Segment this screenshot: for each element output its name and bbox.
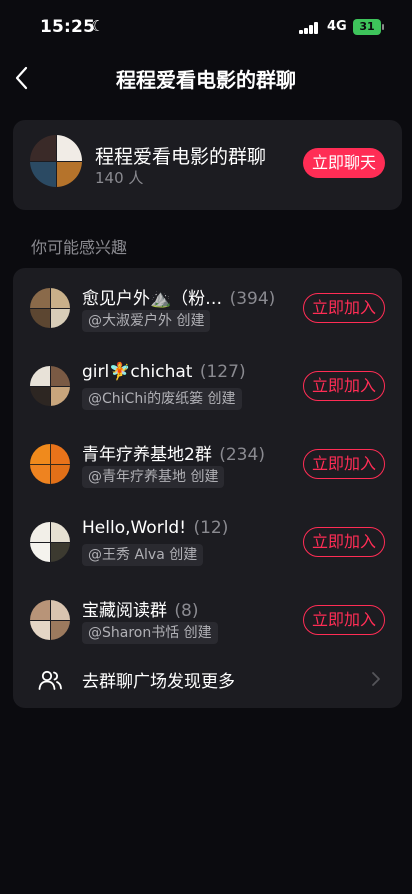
network-label: 4G	[327, 19, 347, 34]
join-button[interactable]: 立即加入	[303, 527, 385, 557]
group-name-line: 宝藏阅读群 (8)	[82, 596, 199, 621]
signal-icon	[299, 22, 319, 34]
group-name: 愈见户外⛰️（粉…	[82, 289, 223, 309]
join-button[interactable]: 立即加入	[303, 371, 385, 401]
group-creator: @Sharon书恬 创建	[82, 622, 218, 644]
group-creator: @ChiChi的废纸篓 创建	[82, 388, 242, 410]
list-item[interactable]: 愈见户外⛰️（粉… (394) @大淑爱户外 创建 立即加入	[13, 268, 402, 346]
group-name-line: girl🧚chichat (127)	[82, 362, 246, 382]
status-bar: 15:25 ☾ 4G 31	[0, 0, 412, 52]
discover-more-label: 去群聊广场发现更多	[82, 672, 235, 692]
group-name-line: Hello,World! (12)	[82, 518, 228, 538]
battery-cap	[382, 24, 384, 30]
list-item[interactable]: 宝藏阅读群 (8) @Sharon书恬 创建 立即加入	[13, 580, 402, 658]
group-member-count: (8)	[174, 601, 199, 621]
battery-level: 31	[359, 20, 375, 33]
discover-more-link[interactable]: 去群聊广场发现更多	[13, 662, 402, 706]
group-avatar	[30, 522, 70, 562]
battery-icon: 31	[353, 19, 381, 35]
join-button[interactable]: 立即加入	[303, 293, 385, 323]
chat-now-button[interactable]: 立即聊天	[303, 148, 385, 178]
users-icon	[38, 670, 62, 690]
group-avatar	[30, 444, 70, 484]
group-creator: @王秀 Alva 创建	[82, 544, 204, 566]
group-name-line: 愈见户外⛰️（粉… (394)	[82, 284, 275, 309]
join-button[interactable]: 立即加入	[303, 449, 385, 479]
moon-icon: ☾	[91, 17, 105, 35]
member-count: 140 人	[95, 169, 144, 187]
group-member-count: (127)	[199, 362, 246, 382]
group-creator: @大淑爱户外 创建	[82, 310, 211, 332]
section-label: 你可能感兴趣	[31, 238, 128, 257]
current-group-card[interactable]: 程程爱看电影的群聊 140 人 立即聊天	[13, 120, 402, 210]
group-name: Hello,World!	[82, 518, 187, 538]
join-button[interactable]: 立即加入	[303, 605, 385, 635]
group-member-count: (12)	[193, 518, 229, 538]
group-avatar	[30, 366, 70, 406]
group-avatar	[30, 600, 70, 640]
status-time: 15:25	[40, 17, 96, 37]
list-item[interactable]: girl🧚chichat (127) @ChiChi的废纸篓 创建 立即加入	[13, 346, 402, 424]
group-name: 青年疗养基地2群	[82, 445, 212, 465]
chevron-right-icon	[372, 672, 380, 686]
list-item[interactable]: Hello,World! (12) @王秀 Alva 创建 立即加入	[13, 502, 402, 580]
suggested-groups-card: 愈见户外⛰️（粉… (394) @大淑爱户外 创建 立即加入 girl🧚chic…	[13, 268, 402, 708]
group-creator: @青年疗养基地 创建	[82, 466, 225, 488]
page-title: 程程爱看电影的群聊	[116, 68, 296, 92]
list-item[interactable]: 青年疗养基地2群 (234) @青年疗养基地 创建 立即加入	[13, 424, 402, 502]
group-name: girl🧚chichat	[82, 362, 193, 382]
group-avatar	[30, 288, 70, 328]
group-avatar	[30, 135, 82, 187]
group-member-count: (234)	[219, 445, 265, 465]
group-name: 程程爱看电影的群聊	[95, 146, 267, 168]
group-name-line: 青年疗养基地2群 (234)	[82, 440, 265, 465]
group-member-count: (394)	[229, 289, 276, 309]
group-name: 宝藏阅读群	[82, 601, 167, 621]
